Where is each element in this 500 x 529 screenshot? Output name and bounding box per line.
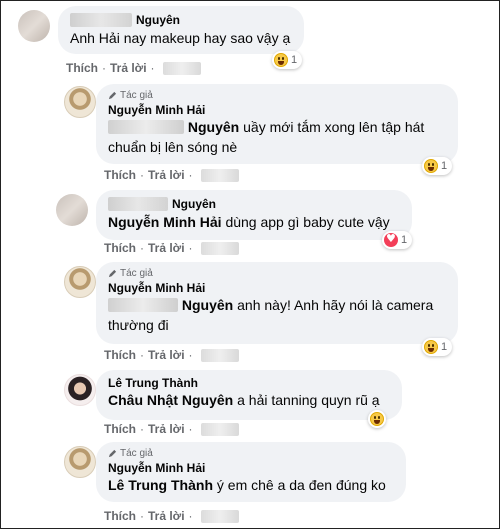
- comment-author[interactable]: Nguyên: [136, 13, 180, 27]
- haha-reaction-icon: [274, 53, 288, 67]
- reaction-summary[interactable]: 1: [382, 231, 413, 249]
- mention-link[interactable]: Nguyễn Minh Hải: [108, 214, 222, 230]
- reaction-summary[interactable]: [368, 410, 386, 428]
- comment-text: thường đi: [108, 317, 169, 333]
- like-link[interactable]: Thích: [104, 241, 136, 255]
- like-link[interactable]: Thích: [104, 348, 136, 362]
- author-badge: Tác giả: [108, 268, 446, 279]
- avatar[interactable]: [64, 86, 96, 118]
- blurred-timestamp: [162, 61, 201, 75]
- mention-link[interactable]: Châu Nhật Nguyên: [108, 392, 233, 408]
- comment-text: a hải tanning quyn rũ ạ: [233, 392, 380, 408]
- comment-text: dùng app gì baby cute vậy: [221, 214, 390, 230]
- blurred-timestamp: [200, 348, 239, 362]
- blurred-mention: [108, 298, 178, 312]
- comment-actions: Thích · Trả lời ·: [104, 422, 239, 436]
- blurred-timestamp: [200, 168, 239, 182]
- reply-bubble: Tác giả Nguyễn Minh Hải Nguyên uầy mới t…: [96, 84, 458, 164]
- pen-icon: [108, 269, 117, 278]
- reply-bubble: Nguyên Nguyễn Minh Hải dùng app gì baby …: [96, 190, 412, 240]
- comment-actions: Thích · Trả lời ·: [104, 509, 239, 523]
- author-badge: Tác giả: [108, 90, 446, 101]
- like-link[interactable]: Thích: [104, 509, 136, 523]
- blurred-timestamp: [200, 509, 239, 523]
- haha-reaction-icon: [424, 340, 438, 354]
- reply-link[interactable]: Trả lời: [148, 509, 185, 523]
- comment-text: Anh Hải nay makeup hay sao vậy ạ: [70, 30, 291, 46]
- pen-icon: [108, 449, 117, 458]
- comment-author[interactable]: Nguyễn Minh Hải: [108, 461, 394, 475]
- reply-link[interactable]: Trả lời: [148, 422, 185, 436]
- reaction-count: 1: [441, 160, 448, 172]
- comment-text: anh này! Anh hãy nói là camera: [233, 297, 434, 313]
- reaction-summary[interactable]: 1: [422, 338, 453, 356]
- avatar[interactable]: [64, 374, 96, 406]
- reply-bubble: Tác giả Nguyễn Minh Hải Lê Trung Thành ý…: [96, 442, 406, 502]
- blurred-name: [108, 197, 168, 211]
- reaction-summary[interactable]: 1: [272, 51, 303, 69]
- reply-link[interactable]: Trả lời: [148, 348, 185, 362]
- mention-link[interactable]: Nguyên: [182, 297, 233, 313]
- comment-author[interactable]: Nguyên: [172, 197, 216, 211]
- reply-bubble: Lê Trung Thành Châu Nhật Nguyên a hải ta…: [96, 370, 402, 420]
- author-badge: Tác giả: [108, 448, 394, 459]
- reaction-count: 1: [291, 54, 298, 66]
- reply-link[interactable]: Trả lời: [148, 168, 185, 182]
- haha-reaction-icon: [370, 412, 384, 426]
- reply-link[interactable]: Trả lời: [148, 241, 185, 255]
- comment-text: uầy mới tắm xong lên tập hát: [239, 119, 425, 135]
- comment-author[interactable]: Lê Trung Thành: [108, 376, 390, 390]
- reaction-count: 1: [441, 341, 448, 353]
- comment-actions: Thích · Trả lời ·: [66, 61, 201, 75]
- avatar[interactable]: [56, 194, 88, 226]
- comment-actions: Thích · Trả lời ·: [104, 241, 239, 255]
- mention-link[interactable]: Nguyên: [188, 119, 239, 135]
- comment-author[interactable]: Nguyễn Minh Hải: [108, 103, 446, 117]
- blurred-name: [70, 13, 132, 27]
- avatar[interactable]: [64, 266, 96, 298]
- like-link[interactable]: Thích: [104, 422, 136, 436]
- reply-link[interactable]: Trả lời: [110, 61, 147, 75]
- reaction-count: 1: [401, 234, 408, 246]
- reaction-summary[interactable]: 1: [422, 157, 453, 175]
- comment-author[interactable]: Nguyễn Minh Hải: [108, 281, 446, 295]
- comment-bubble: Nguyên Anh Hải nay makeup hay sao vậy ạ: [58, 6, 304, 54]
- comment-actions: Thích · Trả lời ·: [104, 348, 239, 362]
- blurred-timestamp: [200, 422, 239, 436]
- comment-actions: Thích · Trả lời ·: [104, 168, 239, 182]
- haha-reaction-icon: [424, 159, 438, 173]
- comment-text: ý em chê a da đen đúng ko: [213, 477, 386, 493]
- blurred-timestamp: [200, 241, 239, 255]
- love-reaction-icon: [384, 232, 398, 247]
- like-link[interactable]: Thích: [66, 61, 98, 75]
- comment-text: chuẩn bị lên sóng nè: [108, 139, 238, 155]
- reply-bubble: Tác giả Nguyễn Minh Hải Nguyên anh này! …: [96, 262, 458, 344]
- blurred-mention: [108, 120, 184, 134]
- avatar[interactable]: [18, 10, 50, 42]
- pen-icon: [108, 91, 117, 100]
- mention-link[interactable]: Lê Trung Thành: [108, 477, 213, 493]
- avatar[interactable]: [64, 446, 96, 478]
- like-link[interactable]: Thích: [104, 168, 136, 182]
